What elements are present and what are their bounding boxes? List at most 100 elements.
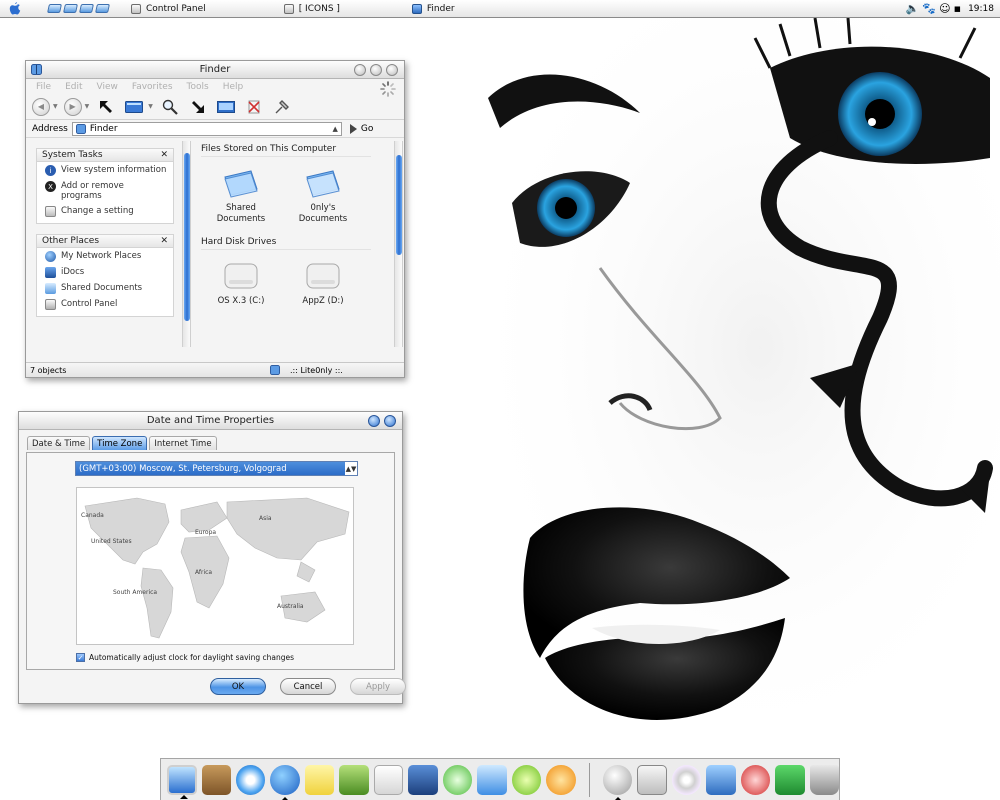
quick-launch-icon[interactable] [63, 4, 78, 13]
scrollbar-thumb[interactable] [396, 155, 402, 255]
hard-drive-icon [224, 263, 258, 289]
quick-launch-icon[interactable] [47, 4, 62, 13]
close-button[interactable] [384, 415, 396, 427]
menu-file[interactable]: File [36, 82, 51, 92]
at-mail-icon[interactable] [602, 764, 633, 800]
menu-favorites[interactable]: Favorites [132, 82, 173, 92]
search-icon[interactable] [159, 96, 181, 118]
address-book-icon[interactable] [201, 764, 231, 795]
item-drive-c[interactable]: OS X.3 (C:) [211, 258, 271, 307]
daylight-saving-checkbox[interactable]: ✓ Automatically adjust clock for dayligh… [76, 653, 294, 662]
task-add-remove-programs[interactable]: X Add or remove programs [37, 178, 173, 203]
paw-icon[interactable]: 🐾 [922, 0, 936, 18]
menu-view[interactable]: View [97, 82, 118, 92]
iphoto-icon[interactable] [339, 764, 369, 795]
task-change-setting[interactable]: Change a setting [37, 203, 173, 223]
task-pane: System Tasks ✕ i View system information… [26, 140, 182, 348]
network-icon[interactable]: ▪ [954, 0, 961, 18]
forward-button[interactable]: ▶ [63, 97, 82, 116]
address-input[interactable]: Finder ▲ [71, 121, 342, 136]
taskbar-button-control-panel[interactable]: Control Panel [131, 3, 206, 14]
finder-toolbar: ◀ ▼ ▶ ▼ ▼ [26, 94, 404, 120]
forward-dropdown-icon[interactable]: ▼ [85, 103, 90, 110]
taskbar-button-finder[interactable]: Finder [411, 3, 455, 14]
finder-titlebar[interactable]: Finder [26, 61, 404, 79]
maximize-button[interactable] [370, 64, 382, 76]
back-dropdown-icon[interactable]: ▼ [53, 103, 58, 110]
status-object-count: 7 objects [30, 365, 67, 375]
item-only-documents[interactable]: 0nly's Documents [293, 165, 353, 225]
world-map[interactable]: Canada United States Europa Asia Africa … [76, 487, 354, 645]
mail-icon[interactable] [477, 764, 507, 795]
dialog-titlebar[interactable]: Date and Time Properties [19, 412, 402, 430]
delete-icon[interactable] [243, 96, 265, 118]
tab-time-zone[interactable]: Time Zone [92, 436, 148, 450]
hi-chat-icon[interactable] [511, 764, 542, 795]
imovie-icon[interactable] [408, 764, 438, 795]
place-idocs[interactable]: iDocs [37, 264, 173, 280]
go-button[interactable]: Go [349, 123, 374, 134]
taskpane-scrollbar[interactable] [182, 141, 191, 347]
itunes-icon[interactable] [442, 764, 473, 795]
menu-help[interactable]: Help [223, 82, 244, 92]
tab-date-time[interactable]: Date & Time [27, 436, 91, 450]
heart-app-icon[interactable] [740, 764, 771, 795]
close-button[interactable] [386, 64, 398, 76]
back-button[interactable]: ◀ [32, 97, 50, 116]
scrollbar-thumb[interactable] [184, 153, 190, 321]
place-label: Control Panel [61, 299, 118, 309]
ok-button[interactable]: OK [210, 678, 266, 695]
help-button[interactable] [368, 415, 380, 427]
place-network[interactable]: My Network Places [37, 248, 173, 264]
quick-launch-icon[interactable] [95, 4, 110, 13]
shared-folder-icon [224, 170, 258, 198]
menu-edit[interactable]: Edit [65, 82, 82, 92]
move-to-icon[interactable] [187, 96, 209, 118]
trash-icon[interactable] [809, 764, 840, 795]
views-icon[interactable] [123, 96, 145, 118]
command-key-icon[interactable] [706, 764, 736, 795]
menu-tools[interactable]: Tools [187, 82, 209, 92]
undo-icon[interactable] [271, 96, 293, 118]
item-shared-documents[interactable]: Shared Documents [211, 165, 271, 225]
place-control-panel[interactable]: Control Panel [37, 296, 173, 316]
apply-button[interactable]: Apply [350, 678, 406, 695]
address-dropdown-icon[interactable]: ▲ [332, 125, 337, 133]
apple-menu-icon[interactable] [0, 0, 30, 18]
place-shared-documents[interactable]: Shared Documents [37, 280, 173, 296]
finder-monitor-icon[interactable] [167, 764, 197, 799]
task-label: Change a setting [61, 206, 134, 216]
map-label-africa: Africa [195, 569, 213, 576]
taskbar-button-icons[interactable]: [ ICONS ] [283, 3, 340, 14]
minimize-button[interactable] [354, 64, 366, 76]
info-icon: i [45, 165, 56, 176]
download-icon[interactable] [546, 764, 576, 795]
contents-scrollbar[interactable] [394, 141, 403, 347]
collapse-icon[interactable]: ✕ [160, 236, 168, 246]
messenger-icon[interactable]: ☺ [939, 0, 950, 18]
volume-icon[interactable]: 🔈 [906, 0, 920, 18]
textedit-icon[interactable] [373, 764, 404, 795]
panel-header[interactable]: Other Places ✕ [37, 235, 173, 248]
taskbar-label: Control Panel [146, 3, 206, 14]
copy-to-icon[interactable] [215, 96, 237, 118]
disk-drive-icon[interactable] [637, 764, 667, 795]
views-dropdown-icon[interactable]: ▼ [148, 103, 153, 110]
path-finder-icon[interactable] [775, 764, 805, 795]
safari-icon[interactable] [236, 764, 266, 795]
tab-internet-time[interactable]: Internet Time [149, 436, 217, 450]
go-label: Go [360, 123, 374, 134]
stickies-icon[interactable] [304, 764, 335, 795]
up-arrow-icon[interactable] [95, 96, 117, 118]
item-drive-d[interactable]: AppZ (D:) [293, 258, 353, 307]
cancel-button[interactable]: Cancel [280, 678, 336, 695]
panel-header[interactable]: System Tasks ✕ [37, 149, 173, 162]
collapse-icon[interactable]: ✕ [160, 150, 168, 160]
finder-menubar: File Edit View Favorites Tools Help [26, 79, 404, 97]
quick-launch-icon[interactable] [79, 4, 94, 13]
ichat-icon[interactable] [270, 764, 300, 800]
clock[interactable]: 19:18 [968, 4, 994, 14]
timezone-select[interactable]: (GMT+03:00) Moscow, St. Petersburg, Volg… [75, 461, 358, 476]
cd-player-icon[interactable] [671, 764, 702, 795]
task-view-system-info[interactable]: i View system information [37, 162, 173, 178]
